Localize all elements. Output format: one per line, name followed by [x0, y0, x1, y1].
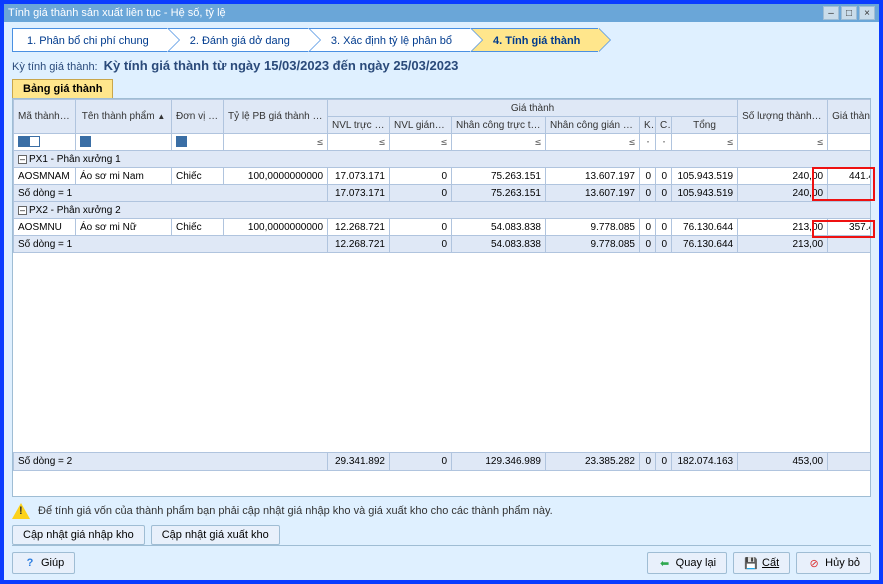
- col-ratio[interactable]: Tỷ lệ PB giá thành (%): [224, 100, 328, 134]
- filter-nvltt[interactable]: ≤: [328, 134, 390, 151]
- filter-cc[interactable]: ·: [656, 134, 672, 151]
- subtotal-row: Số dòng = 1 17.073.171 0 75.263.151 13.6…: [14, 185, 871, 202]
- update-export-price-button[interactable]: Cập nhật giá xuất kho: [151, 525, 280, 545]
- titlebar: Tính giá thành sản xuất liên tục - Hệ số…: [4, 4, 879, 22]
- tab-bang-gia-thanh[interactable]: Bảng giá thành: [12, 79, 113, 98]
- filter-tong[interactable]: ≤: [672, 134, 738, 151]
- col-kh[interactable]: Kh: [640, 117, 656, 134]
- maximize-button[interactable]: □: [841, 6, 857, 20]
- col-nc-gt[interactable]: Nhân công gián tiếp: [546, 117, 640, 134]
- filter-kh[interactable]: ·: [640, 134, 656, 151]
- collapse-icon[interactable]: –: [18, 206, 27, 215]
- col-giathanh: Giá thành: [328, 100, 738, 117]
- col-code[interactable]: Mã thành phẩm: [14, 100, 76, 134]
- subtotal-row: Số dòng = 1 12.268.721 0 54.083.838 9.77…: [14, 236, 871, 253]
- filter-name[interactable]: [76, 134, 172, 151]
- filter-unit[interactable]: [172, 134, 224, 151]
- group-px2[interactable]: –PX2 - Phân xưởng 2: [14, 202, 871, 219]
- help-icon: ?: [23, 556, 37, 570]
- arrow-left-icon: ⬅: [658, 556, 672, 570]
- col-unit[interactable]: Đơn vị tính: [172, 100, 224, 134]
- back-button[interactable]: ⬅ Quay lại: [647, 552, 727, 574]
- cancel-button[interactable]: ⊘ Hủy bỏ: [796, 552, 871, 574]
- filter-qty[interactable]: ≤: [738, 134, 828, 151]
- col-cc[interactable]: CC: [656, 117, 672, 134]
- step-3[interactable]: 3. Xác định tỷ lệ phân bổ: [308, 28, 470, 52]
- update-import-price-button[interactable]: Cập nhật giá nhập kho: [12, 525, 145, 545]
- period-value: Kỳ tính giá thành từ ngày 15/03/2023 đến…: [104, 58, 459, 73]
- collapse-icon[interactable]: –: [18, 155, 27, 164]
- step-2[interactable]: 2. Đánh giá dở dang: [167, 28, 308, 52]
- table-row[interactable]: AOSMNAM Áo sơ mi Nam Chiếc 100,000000000…: [14, 168, 871, 185]
- grand-total-row: Số dòng = 2 29.341.892 0 129.346.989 23.…: [14, 453, 871, 471]
- filter-ncgt[interactable]: ≤: [546, 134, 640, 151]
- col-nvl-tt[interactable]: NVL trực tiếp: [328, 117, 390, 134]
- help-button[interactable]: ? Giúp: [12, 552, 75, 574]
- period-label: Kỳ tính giá thành:: [12, 61, 98, 73]
- filter-code[interactable]: [14, 134, 76, 151]
- save-icon: 💾: [744, 556, 758, 570]
- notice-text: Để tính giá vốn của thành phẩm bạn phải …: [38, 505, 553, 517]
- save-button[interactable]: 💾 Cất: [733, 552, 790, 574]
- col-unitcost[interactable]: Giá thành đơn vị: [828, 100, 870, 134]
- warning-icon: [12, 503, 30, 519]
- window-title: Tính giá thành sản xuất liên tục - Hệ số…: [8, 7, 821, 19]
- close-button[interactable]: ×: [859, 6, 875, 20]
- step-1[interactable]: 1. Phân bổ chi phí chung: [12, 28, 167, 52]
- table-row[interactable]: AOSMNU Áo sơ mi Nữ Chiếc 100,0000000000 …: [14, 219, 871, 236]
- col-qty[interactable]: Số lượng thành phẩm: [738, 100, 828, 134]
- group-px1[interactable]: –PX1 - Phân xưởng 1: [14, 151, 871, 168]
- filter-nvlgt[interactable]: ≤: [390, 134, 452, 151]
- filter-ratio[interactable]: ≤: [224, 134, 328, 151]
- wizard-steps: 1. Phân bổ chi phí chung 2. Đánh giá dở …: [12, 28, 871, 52]
- cost-grid: Mã thành phẩm Tên thành phẩm ▲ Đơn vị tí…: [13, 99, 870, 471]
- col-nvl-gt[interactable]: NVL gián tiếp: [390, 117, 452, 134]
- filter-unitcost[interactable]: ≤: [828, 134, 870, 151]
- minimize-button[interactable]: –: [823, 6, 839, 20]
- col-name[interactable]: Tên thành phẩm ▲: [76, 100, 172, 134]
- step-4[interactable]: 4. Tính giá thành: [470, 28, 598, 52]
- col-tong[interactable]: Tổng: [672, 117, 738, 134]
- col-nc-tt[interactable]: Nhân công trực tiếp: [452, 117, 546, 134]
- cancel-icon: ⊘: [807, 556, 821, 570]
- filter-nctt[interactable]: ≤: [452, 134, 546, 151]
